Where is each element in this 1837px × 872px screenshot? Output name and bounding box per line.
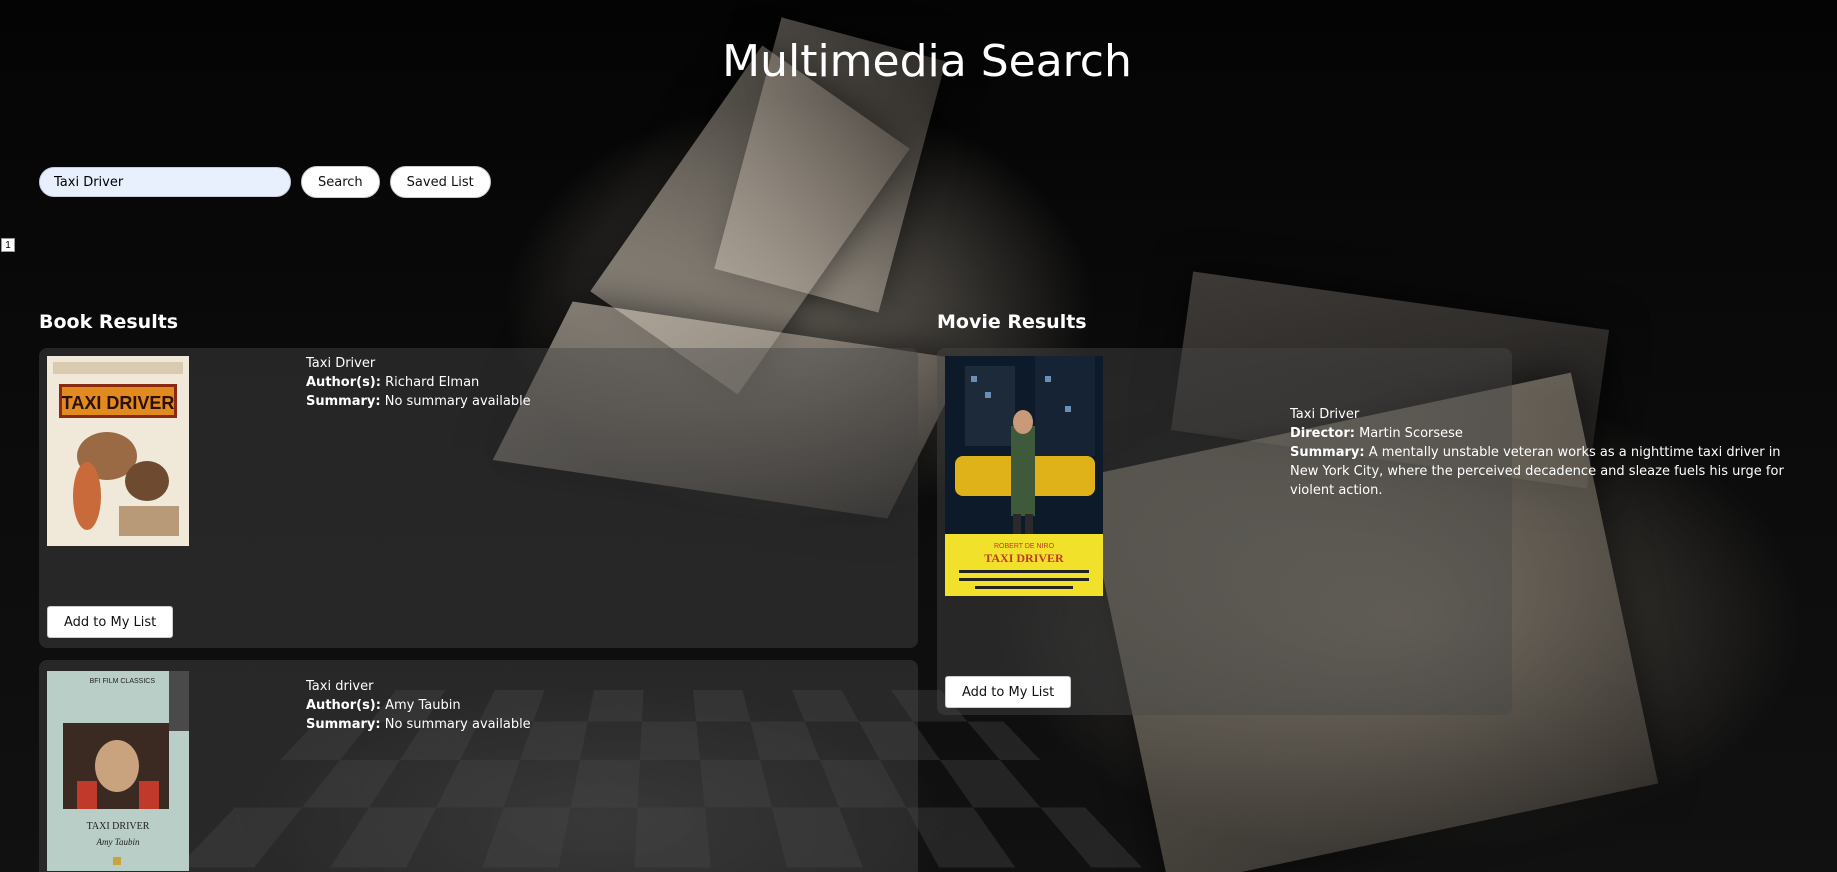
movie-poster-art: ROBERT DE NIRO TAXI DRIVER <box>945 356 1103 596</box>
book-author-row: Author(s): Richard Elman <box>306 373 531 392</box>
search-input[interactable] <box>39 167 291 197</box>
book-title: Taxi driver <box>306 679 374 694</box>
search-button[interactable]: Search <box>301 166 380 198</box>
book-summary: No summary available <box>384 394 531 409</box>
book-cover-image: TAXI DRIVER <box>47 356 189 546</box>
book-author-row: Author(s): Amy Taubin <box>306 696 531 715</box>
book-summary: No summary available <box>384 717 531 732</box>
movie-results-heading: Movie Results <box>937 311 1087 333</box>
author-label: Author(s): <box>306 698 381 713</box>
book-title: Taxi Driver <box>306 356 376 371</box>
movie-director-row: Director: Martin Scorsese <box>1290 424 1790 443</box>
book-result-card: TAXI DRIVER Taxi Driver Author(s): Richa… <box>39 348 918 648</box>
search-bar: Search Saved List <box>39 166 491 198</box>
book-result-card: BFI FILM CLASSICS TAXI DRIVER Amy Taubin… <box>39 660 918 872</box>
book-result-details: Taxi Driver Author(s): Richard Elman Sum… <box>306 354 531 411</box>
summary-label: Summary: <box>306 394 381 409</box>
movie-summary-row: Summary: A mentally unstable veteran wor… <box>1290 443 1790 500</box>
book-result-details: Taxi driver Author(s): Amy Taubin Summar… <box>306 677 531 734</box>
page-number-button[interactable]: 1 <box>1 238 15 252</box>
book-cover-title: TAXI DRIVER <box>87 821 150 832</box>
book-cover-art: TAXI DRIVER <box>47 356 189 546</box>
poster-star-name: ROBERT DE NIRO <box>994 543 1055 550</box>
movie-result-card: ROBERT DE NIRO TAXI DRIVER Taxi Driver D… <box>937 348 1784 715</box>
poster-title: TAXI DRIVER <box>984 551 1064 565</box>
movie-result-details: Taxi Driver Director: Martin Scorsese Su… <box>1290 405 1790 500</box>
author-label: Author(s): <box>306 375 381 390</box>
summary-label: Summary: <box>306 717 381 732</box>
movie-summary: A mentally unstable veteran works as a n… <box>1290 445 1784 498</box>
movie-title: Taxi Driver <box>1290 407 1360 422</box>
book-author: Richard Elman <box>385 375 480 390</box>
summary-label: Summary: <box>1290 445 1365 460</box>
book-summary-row: Summary: No summary available <box>306 392 531 411</box>
page: Multimedia Search Search Saved List 1 Bo… <box>0 0 1837 872</box>
book-cover-badge: BFI FILM CLASSICS <box>90 678 156 685</box>
book-cover-author: Amy Taubin <box>96 837 140 847</box>
book-cover-title: TAXI DRIVER <box>62 393 175 413</box>
book-results-heading: Book Results <box>39 311 179 333</box>
movie-director: Martin Scorsese <box>1359 426 1463 441</box>
movie-poster-image: ROBERT DE NIRO TAXI DRIVER <box>945 356 1103 596</box>
director-label: Director: <box>1290 426 1355 441</box>
page-title: Multimedia Search <box>722 36 1132 87</box>
add-to-my-list-button[interactable]: Add to My List <box>945 676 1072 708</box>
book-summary-row: Summary: No summary available <box>306 715 531 734</box>
book-cover-image: BFI FILM CLASSICS TAXI DRIVER Amy Taubin <box>47 671 189 871</box>
add-to-my-list-button[interactable]: Add to My List <box>47 606 174 638</box>
saved-list-button[interactable]: Saved List <box>389 166 491 198</box>
book-cover-art: BFI FILM CLASSICS TAXI DRIVER Amy Taubin <box>47 671 189 871</box>
book-author: Amy Taubin <box>385 698 461 713</box>
